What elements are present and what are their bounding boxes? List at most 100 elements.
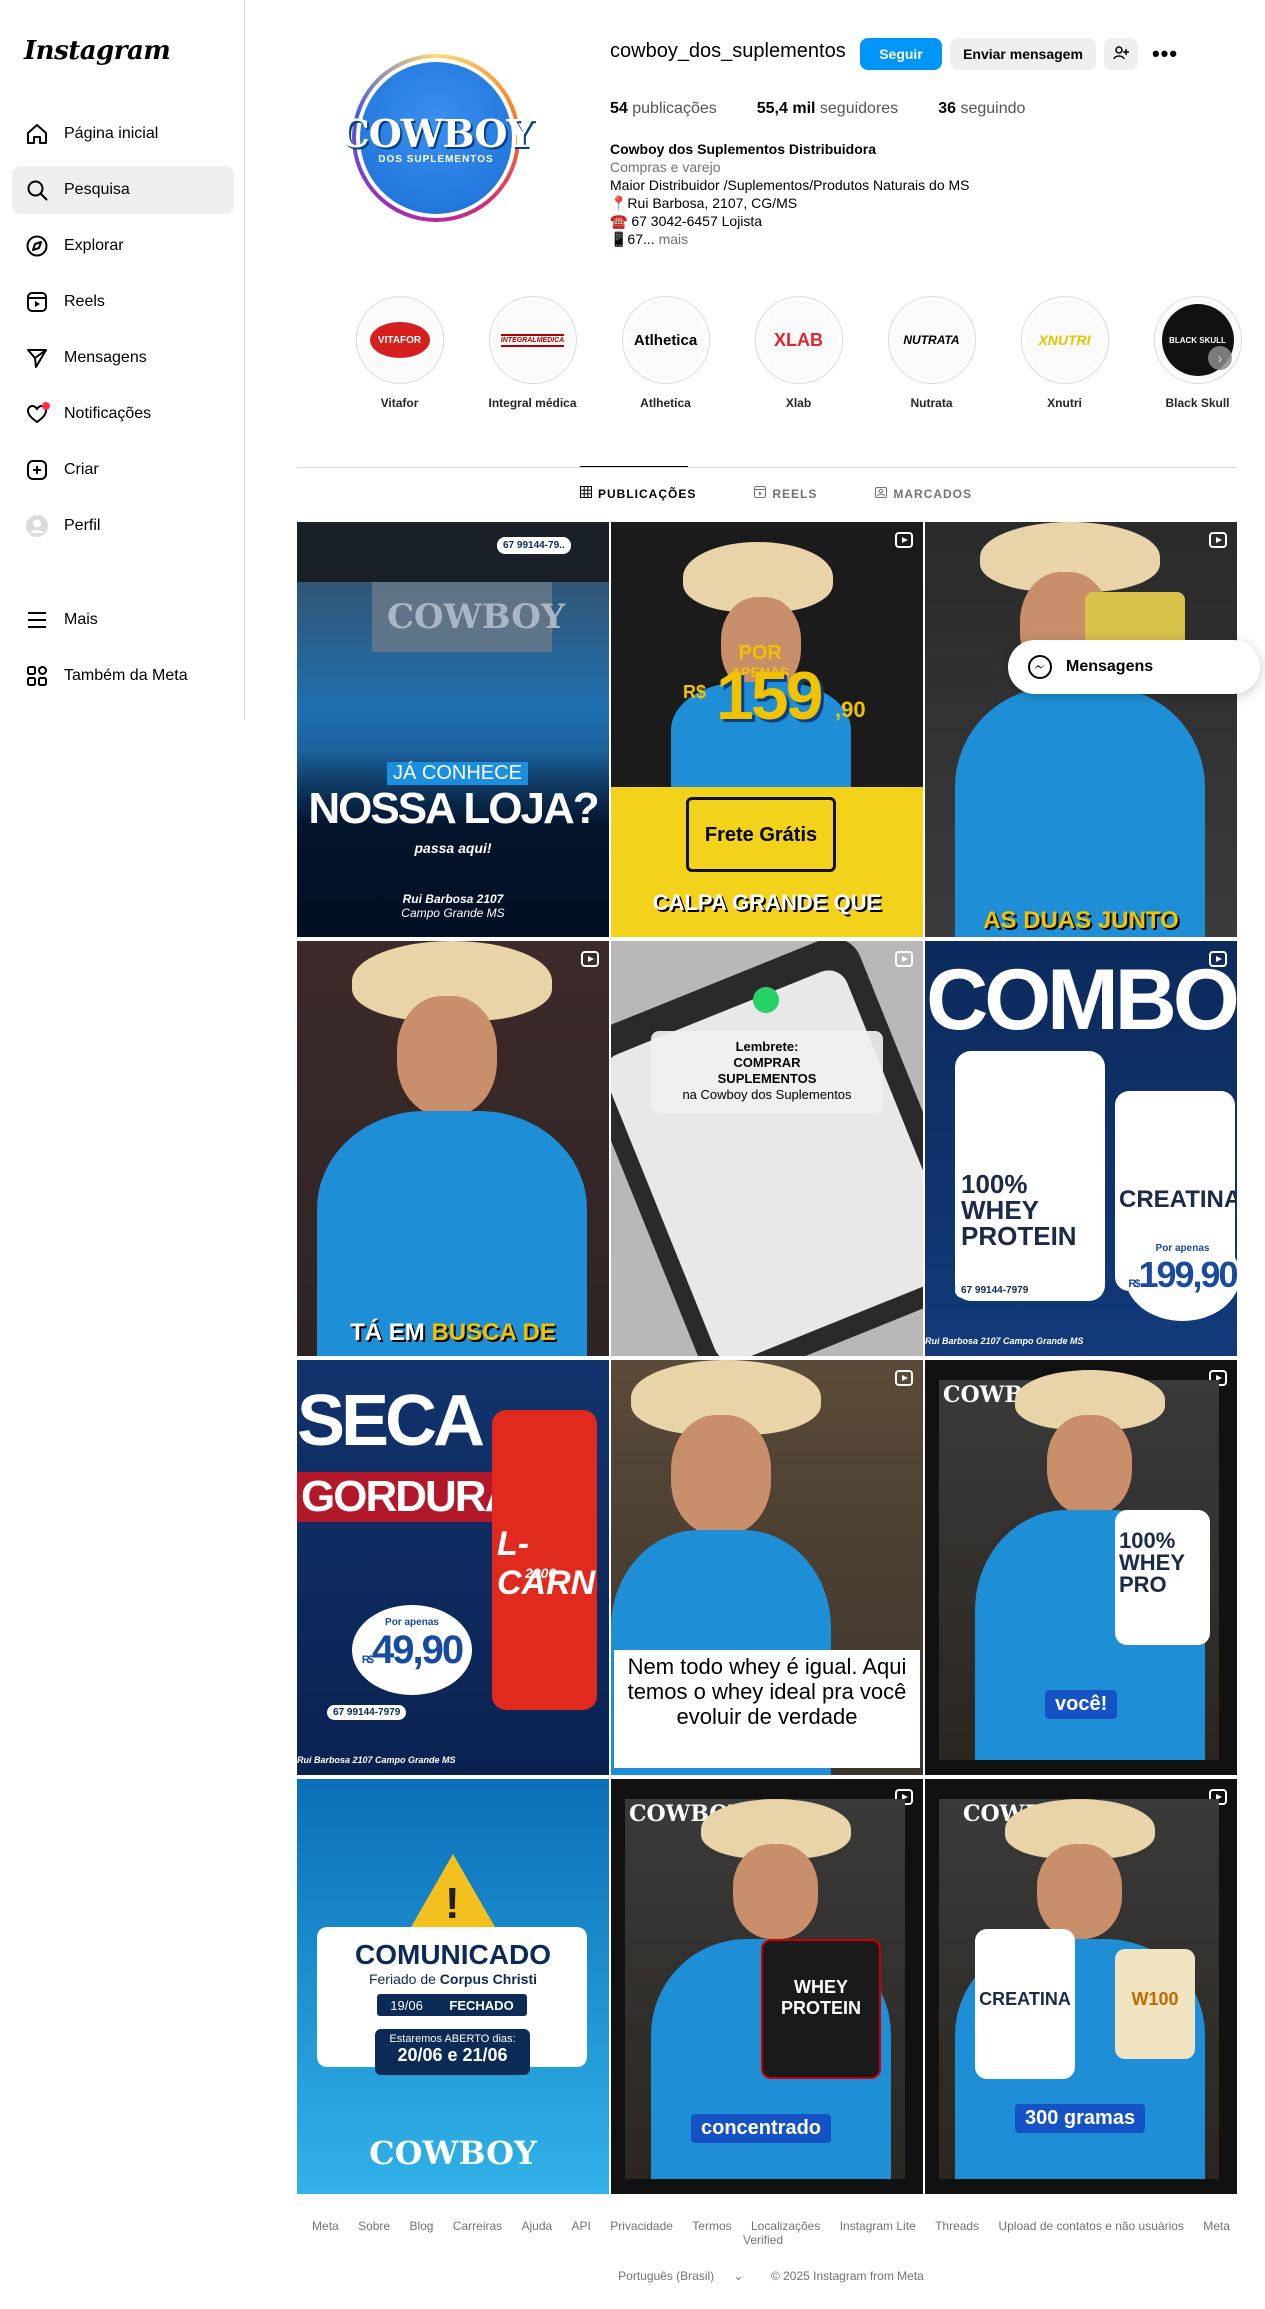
sidebar-item-more[interactable]: Mais — [12, 596, 234, 644]
highlight-label: Atlhetica — [640, 396, 691, 410]
reminder-card: Lembrete: COMPRAR SUPLEMENTOS na Cowboy … — [651, 1031, 883, 1113]
highlight-atlhetica[interactable]: Atlhetica Atlhetica — [599, 296, 732, 410]
post-tile[interactable]: AS DUAS JUNTO — [925, 522, 1237, 937]
footer-link[interactable]: Threads — [935, 2219, 979, 2233]
bio-more-link[interactable]: mais — [655, 231, 689, 247]
footer-link[interactable]: Carreiras — [453, 2219, 502, 2233]
price-badge: Por apenas R$49,90 — [352, 1605, 472, 1695]
sidebar-item-also-from-meta[interactable]: Também da Meta — [12, 652, 234, 700]
post-tile[interactable]: Lembrete: COMPRAR SUPLEMENTOS na Cowboy … — [611, 941, 923, 1356]
active-tab-indicator — [580, 466, 688, 467]
bio-category: Compras e varejo — [610, 159, 721, 175]
send-message-button[interactable]: Enviar mensagem — [950, 38, 1096, 70]
language-selector[interactable]: Português (Brasil) ⌄ — [610, 2269, 751, 2283]
sidebar-item-home[interactable]: Página inicial — [12, 110, 234, 158]
followers-count[interactable]: 55,4 mil seguidores — [757, 100, 898, 118]
tabs-divider — [297, 467, 1237, 468]
post-caption: NOSSA LOJA? — [308, 784, 599, 833]
highlight-xlab[interactable]: XLAB Xlab — [732, 296, 865, 410]
instagram-logo[interactable]: Instagram — [24, 36, 171, 66]
highlight-black-skull[interactable]: BLACK SKULL Black Skull — [1131, 296, 1264, 410]
sidebar-item-messages[interactable]: Mensagens — [12, 334, 234, 382]
post-caption: concentrado — [691, 2114, 832, 2143]
post-tile[interactable]: COWBOY CREATINA W100 300 gramas — [925, 1779, 1237, 2194]
post-tile[interactable]: POR APENAS R$ 159 ,90 Frete Grátis CALPA … — [611, 522, 923, 937]
menu-icon — [24, 607, 50, 633]
post-title: SECA — [297, 1381, 485, 1461]
heart-icon — [24, 401, 50, 427]
messenger-icon — [1028, 655, 1052, 679]
phone-badge: 67 99144-79.. — [497, 537, 571, 554]
send-icon — [24, 345, 50, 371]
post-caption: você! — [1045, 1690, 1118, 1719]
reel-icon — [1209, 532, 1227, 548]
post-tile[interactable]: ! COMUNICADO Feriado de Corpus Christi 1… — [297, 1779, 609, 2194]
more-options-button[interactable]: ••• — [1148, 38, 1182, 70]
highlight-xnutri[interactable]: XNUTRI Xnutri — [998, 296, 1131, 410]
highlight-label: Xlab — [785, 396, 812, 410]
messages-label: Mensagens — [1066, 658, 1154, 675]
sidebar-item-label: Perfil — [64, 517, 101, 534]
highlights-next-arrow-icon[interactable]: › — [1208, 346, 1232, 370]
sidebar-item-explore[interactable]: Explorar — [12, 222, 234, 270]
free-shipping-truck: Frete Grátis — [686, 797, 836, 872]
messages-floating-button[interactable]: Mensagens — [1008, 640, 1260, 694]
highlight-logo: VITAFOR — [359, 300, 440, 380]
tab-posts[interactable]: PUBLICAÇÕES — [580, 486, 696, 501]
footer-link[interactable]: Upload de contatos e não usuários — [998, 2219, 1183, 2233]
follow-button[interactable]: Seguir — [860, 38, 942, 70]
avatar-logo: COWBOY DOS SUPLEMENTOS — [339, 62, 534, 214]
post-title: COMUNICADO — [355, 1939, 551, 1970]
highlight-integral-medica[interactable]: INTEGRALMEDICA Integral médica — [466, 296, 599, 410]
footer-link[interactable]: Sobre — [358, 2219, 390, 2233]
post-caption: passa aqui! — [414, 840, 492, 856]
highlight-logo: NUTRATA — [891, 300, 972, 380]
post-tile[interactable]: TÁ EM BUSCA DE — [297, 941, 609, 1356]
sidebar-item-search[interactable]: Pesquisa — [12, 166, 234, 214]
post-tile[interactable]: COWBOY 100% WHEY PRO você! — [925, 1360, 1237, 1775]
highlight-label: Integral médica — [488, 396, 577, 410]
post-tile[interactable]: COWBOY WHEY PROTEIN concentrado — [611, 1779, 923, 2194]
post-caption: Campo Grande MS — [401, 906, 505, 920]
sidebar-item-label: Página inicial — [64, 125, 159, 142]
sidebar-item-label: Reels — [64, 293, 105, 310]
post-tile[interactable]: Nem todo whey é igual. Aqui temos o whey… — [611, 1360, 923, 1775]
sidebar: Instagram Página inicial Pesquisa Explor… — [0, 0, 245, 720]
footer-link[interactable]: Meta — [312, 2219, 339, 2233]
footer-link[interactable]: Localizações — [751, 2219, 820, 2233]
post-tile[interactable]: SECA GORDURA L-CARN 2000 Por apenas R$49… — [297, 1360, 609, 1775]
footer-link[interactable]: Instagram Lite — [840, 2219, 916, 2233]
bio-name: Cowboy dos Suplementos Distribuidora — [610, 141, 877, 157]
post-tile[interactable]: COWBOY 67 99144-79.. JÁ CONHECE NOSSA LO… — [297, 522, 609, 937]
tab-reels[interactable]: REELS — [754, 486, 817, 501]
reels-icon — [754, 486, 767, 501]
sidebar-item-create[interactable]: Criar — [12, 446, 234, 494]
post-caption: TÁ EM BUSCA DE — [350, 1319, 556, 1346]
highlight-logo: Atlhetica — [625, 300, 706, 380]
post-caption: CALPA GRANDE QUE — [652, 890, 882, 915]
sidebar-item-label: Mensagens — [64, 349, 147, 366]
suggest-accounts-button[interactable] — [1104, 38, 1138, 70]
footer-link[interactable]: Ajuda — [522, 2219, 553, 2233]
reel-icon — [895, 532, 913, 548]
footer-link[interactable]: API — [572, 2219, 591, 2233]
sidebar-bottom-nav: Mais Também da Meta — [12, 596, 234, 708]
post-tile[interactable]: COMBO 100% WHEY PROTEIN CREATINA Por ape… — [925, 941, 1237, 1356]
add-person-icon — [1113, 45, 1129, 64]
profile-avatar[interactable]: COWBOY DOS SUPLEMENTOS — [339, 54, 534, 222]
post-caption: AS DUAS JUNTO — [983, 907, 1179, 934]
sidebar-item-reels[interactable]: Reels — [12, 278, 234, 326]
footer-link[interactable]: Privacidade — [610, 2219, 673, 2233]
profile-tabs: PUBLICAÇÕES REELS MARCADOS — [580, 486, 1030, 501]
sidebar-item-notifications[interactable]: Notificações — [12, 390, 234, 438]
sidebar-item-label: Pesquisa — [64, 181, 130, 198]
highlight-nutrata[interactable]: NUTRATA Nutrata — [865, 296, 998, 410]
footer-link[interactable]: Blog — [409, 2219, 433, 2233]
following-count[interactable]: 36 seguindo — [938, 100, 1025, 118]
footer-link[interactable]: Termos — [692, 2219, 731, 2233]
highlight-vitafor[interactable]: VITAFOR Vitafor — [333, 296, 466, 410]
highlight-label: Vitafor — [380, 396, 419, 410]
tab-tagged[interactable]: MARCADOS — [875, 486, 972, 501]
profile-bio: Cowboy dos Suplementos Distribuidora Com… — [610, 140, 1150, 248]
sidebar-item-profile[interactable]: Perfil — [12, 502, 234, 550]
